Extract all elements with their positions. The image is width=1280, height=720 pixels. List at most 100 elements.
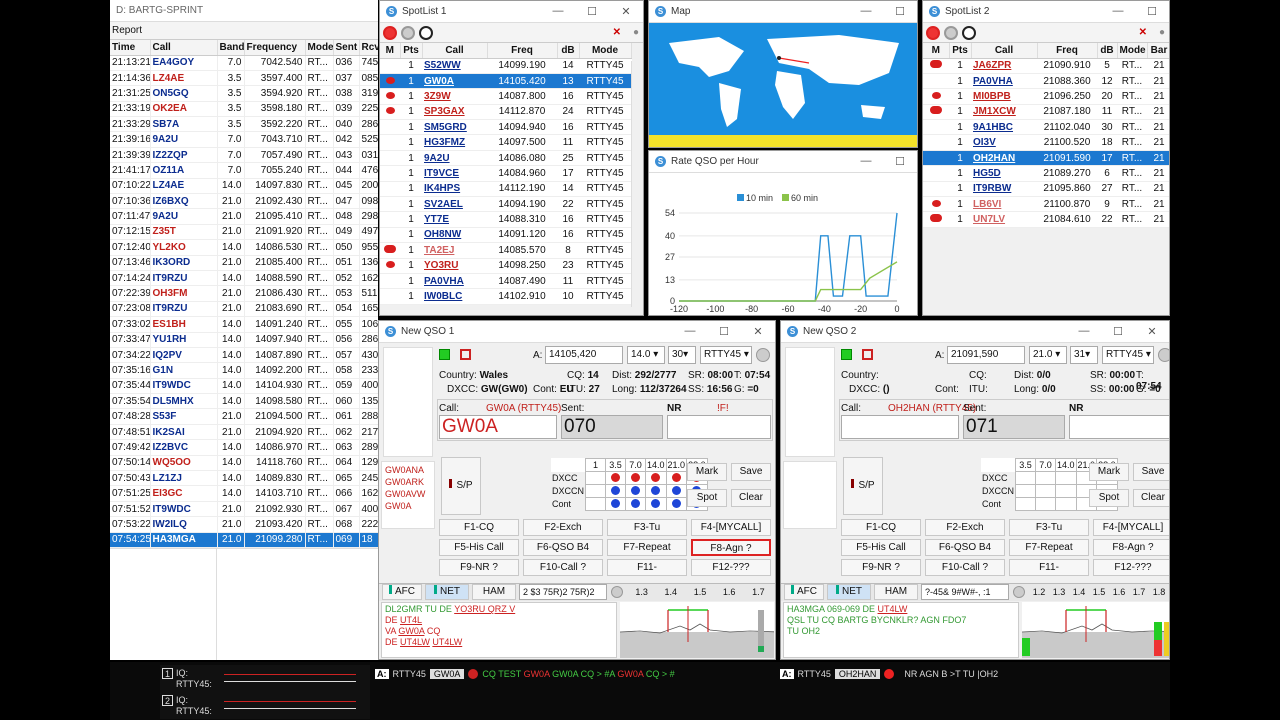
band-select[interactable]: 14.0 ▾ (627, 346, 665, 364)
spot1-col-header[interactable]: Freq (487, 43, 558, 59)
spot1-row[interactable]: 1 YT7E 14088.310 16 RTTY45 (380, 211, 631, 228)
sp-button[interactable]: S/P (843, 457, 883, 515)
log-row[interactable]: 07:34:22 IQ2PV 14.0 14087.890 RT... 057 430 (110, 347, 378, 364)
minimize-icon[interactable]: — (1101, 5, 1135, 18)
afc-button[interactable]: AFC (784, 584, 824, 600)
fkey-7-button[interactable]: F7-Repeat (607, 539, 687, 556)
spot1-col-header[interactable]: M (380, 43, 401, 59)
fkey-1-button[interactable]: F1-CQ (841, 519, 921, 536)
log-row[interactable]: 07:14:24 IT9RZU 14.0 14088.590 RT... 052 162 (110, 270, 378, 287)
ham-button[interactable]: HAM (874, 584, 918, 600)
fkey-3-button[interactable]: F3-Tu (1009, 519, 1089, 536)
fkey-1-button[interactable]: F1-CQ (439, 519, 519, 536)
spot1-row[interactable]: 1 YO3RU 14098.250 23 RTTY45 (380, 258, 631, 274)
spot1-col-header[interactable]: Pts (400, 43, 423, 59)
clear-x-icon[interactable]: ✕ (1139, 27, 1147, 38)
log-row[interactable]: 07:12:40 YL2KO 14.0 14086.530 RT... 050 955 (110, 239, 378, 256)
log-row[interactable]: 21:33:19 OK2EA 3.5 3598.180 RT... 039 225 (110, 101, 378, 118)
spot1-row[interactable]: 1 TA2EJ 14085.570 8 RTTY45 (380, 242, 631, 259)
fkey-5-button[interactable]: F5-His Call (439, 539, 519, 556)
spot1-row[interactable]: 1 3Z9W 14087.800 16 RTTY45 (380, 88, 631, 105)
spotlist-1-scrollbar[interactable] (631, 61, 643, 307)
tuning-scale[interactable]: 1.2 1.3 1.4 1.5 1.6 1.7 1.8 (1029, 584, 1169, 600)
fkey-2-button[interactable]: F2-Exch (925, 519, 1005, 536)
spectrum-display[interactable] (620, 602, 774, 658)
minimize-icon[interactable]: — (849, 5, 883, 18)
log-row[interactable]: 21:33:29 SB7A 3.5 3592.220 RT... 040 286 (110, 116, 378, 133)
band-select[interactable]: 21.0 ▾ (1029, 346, 1067, 364)
spot1-col-header[interactable]: Mode (579, 43, 632, 59)
sp-button[interactable]: S/P (441, 457, 481, 515)
minimize-icon[interactable]: — (673, 325, 707, 338)
fkey-11-button[interactable]: F11- (1009, 559, 1089, 576)
world-map[interactable] (649, 23, 917, 147)
record-icon[interactable] (383, 25, 397, 40)
spot2-row[interactable]: 1 IT9RBW 21095.860 27 RT... 21 (923, 181, 1169, 198)
spot2-row[interactable]: 1 UN7LV 21084.610 22 RT... 21 (923, 211, 1169, 228)
mark-button[interactable]: Mark (687, 463, 727, 481)
settings-icon[interactable] (756, 348, 770, 362)
log-col-header[interactable]: Mode (305, 40, 334, 56)
spot1-row[interactable]: 1 HG3FMZ 14097.500 11 RTTY45 (380, 134, 631, 151)
log-row[interactable]: 07:12:15 Z35T 21.0 21091.920 RT... 049 497 (110, 224, 378, 241)
fkey-3-button[interactable]: F3-Tu (607, 519, 687, 536)
mode-select[interactable]: RTTY45 ▾ (700, 346, 752, 364)
log-row[interactable]: 07:50:14 WQ5OO 14.0 14118.760 RT... 064 129 (110, 455, 378, 472)
fkey-12-button[interactable]: F12-??? (691, 559, 771, 576)
fkey-11-button[interactable]: F11- (607, 559, 687, 576)
fkey-8-button[interactable]: F8-Agn ? (1093, 539, 1169, 556)
spot2-row[interactable]: 1 JA6ZPR 21090.910 5 RT... 21 (923, 58, 1169, 74)
log-col-header[interactable]: Time (110, 40, 151, 56)
partial-call[interactable]: GW0ANA (385, 464, 431, 476)
maximize-icon[interactable]: ☐ (883, 5, 917, 18)
clear-button[interactable]: Clear (731, 489, 771, 507)
status-red-icon[interactable] (460, 349, 471, 360)
minimize-icon[interactable]: — (541, 5, 575, 18)
fkey-5-button[interactable]: F5-His Call (841, 539, 921, 556)
nr-input[interactable] (667, 415, 771, 439)
log-row[interactable]: 07:48:51 IK2SAI 21.0 21094.920 RT... 062 217 (110, 424, 378, 441)
call-input[interactable] (841, 415, 959, 439)
spot2-col-header[interactable]: Mode (1117, 43, 1148, 59)
log-row[interactable]: 21:13:21 EA4GOY 7.0 7042.540 RT... 036 745 (110, 55, 378, 71)
spot1-row[interactable]: 1 IK4HPS 14112.190 14 RTTY45 (380, 181, 631, 198)
fkey-4-button[interactable]: F4-[MYCALL] (691, 519, 771, 536)
maximize-icon[interactable]: ☐ (1101, 325, 1135, 338)
log-menu[interactable]: Report (110, 22, 378, 40)
log-row[interactable]: 21:39:39 IZ2ZQP 7.0 7057.490 RT... 043 031 (110, 147, 378, 164)
settings-icon[interactable] (611, 586, 623, 598)
fkey-7-button[interactable]: F7-Repeat (1009, 539, 1089, 556)
fkey-2-button[interactable]: F2-Exch (523, 519, 603, 536)
partial-call[interactable]: GW0ARK (385, 476, 431, 488)
log-row[interactable]: 07:11:47 9A2U 21.0 21095.410 RT... 048 298 (110, 208, 378, 225)
stop-icon[interactable] (962, 25, 976, 40)
minimize-icon[interactable]: — (1067, 325, 1101, 338)
spot2-col-header[interactable]: Bar (1147, 43, 1169, 59)
log-row[interactable]: 21:14:36 LZ4AE 3.5 3597.400 RT... 037 085 (110, 70, 378, 87)
nr-input[interactable] (1069, 415, 1169, 439)
log-row[interactable]: 07:35:54 DL5MHX 14.0 14098.580 RT... 060 135 (110, 393, 378, 410)
pause-icon[interactable] (944, 25, 958, 40)
net-button[interactable]: NET (827, 584, 871, 600)
mark-button[interactable]: Mark (1089, 463, 1129, 481)
maximize-icon[interactable]: ☐ (883, 155, 917, 168)
sent-input[interactable]: 070 (561, 415, 663, 439)
log-row[interactable]: 21:41:17 OZ11A 7.0 7055.240 RT... 044 476 (110, 162, 378, 179)
afc-button[interactable]: AFC (382, 584, 422, 600)
log-col-header[interactable]: Frequency (244, 40, 306, 56)
close-icon[interactable]: ✕ (1135, 325, 1169, 338)
settings-icon[interactable]: ● (1159, 27, 1165, 38)
spot1-row[interactable]: 1 GW0A 14105.420 13 RTTY45 (380, 73, 631, 90)
rx-line-field[interactable]: ?-45& 9#W#-, :1 (921, 584, 1009, 600)
log-row[interactable]: 07:10:36 IZ6BXQ 21.0 21092.430 RT... 047 098 (110, 193, 378, 210)
stop-icon[interactable] (419, 25, 433, 40)
number-field[interactable]: 31▾ (1070, 346, 1098, 364)
partials-list[interactable]: GW0ANA GW0ARK GW0AVW GW0A (381, 461, 435, 529)
log-row[interactable]: 07:23:08 IT9RZU 21.0 21083.690 RT... 054 165 (110, 301, 378, 318)
clear-button[interactable]: Clear (1133, 489, 1169, 507)
frequency-input[interactable]: 14105,420 (545, 346, 623, 364)
log-row[interactable]: 07:33:47 YU1RH 14.0 14097.940 RT... 056 286 (110, 332, 378, 348)
close-icon[interactable]: ✕ (609, 5, 643, 18)
clear-x-icon[interactable]: ✕ (613, 27, 621, 38)
fkey-6-button[interactable]: F6-QSO B4 (523, 539, 603, 556)
